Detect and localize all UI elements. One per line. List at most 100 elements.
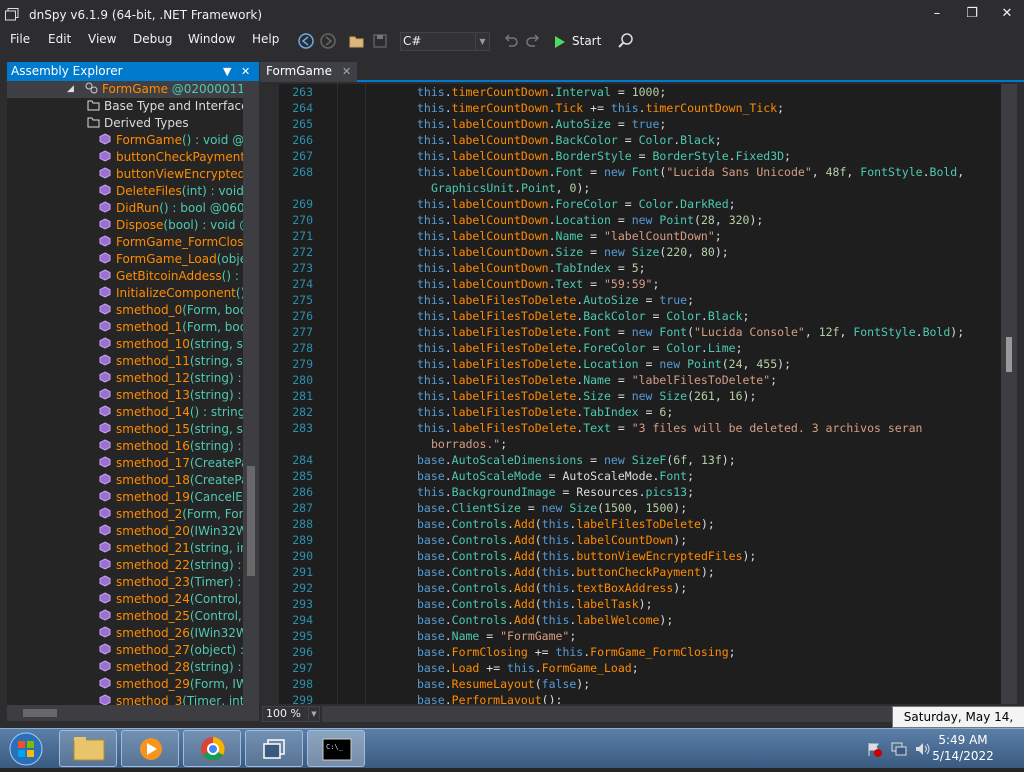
redo-icon[interactable] — [524, 32, 542, 50]
open-folder-icon[interactable] — [348, 32, 366, 50]
tree-item[interactable]: smethod_25(Control, s — [7, 608, 243, 625]
tree-item-signature: (string, str — [189, 422, 243, 436]
code-token: Font — [631, 165, 660, 179]
tree-item[interactable]: smethod_29(Form, IW — [7, 676, 243, 693]
taskbar-dnspy-button[interactable] — [245, 730, 303, 767]
tree-item[interactable]: smethod_13(string) : s — [7, 387, 243, 404]
windows-start-orb[interactable] — [3, 730, 50, 767]
action-center-flag-icon[interactable] — [866, 741, 882, 757]
code-token: . — [548, 133, 556, 147]
assembly-tree[interactable]: ◢ FormGame @02000011 Base Type and Interfa… — [7, 81, 243, 705]
scrollbar-thumb[interactable] — [23, 709, 57, 717]
menu-view[interactable]: View — [88, 30, 116, 52]
navigate-back-icon[interactable] — [297, 32, 315, 50]
tree-item[interactable]: smethod_22(string) : i — [7, 557, 243, 574]
scrollbar-thumb[interactable] — [247, 466, 255, 576]
undo-icon[interactable] — [502, 32, 520, 50]
tree-item[interactable]: smethod_26(IWin32W — [7, 625, 243, 642]
tree-item[interactable]: GetBitcoinAddess() : s — [7, 268, 243, 285]
tree-horizontal-scrollbar[interactable] — [7, 705, 259, 721]
maximize-button[interactable]: ❐ — [955, 0, 989, 28]
tree-item[interactable]: smethod_18(CreatePa — [7, 472, 243, 489]
tree-item[interactable]: smethod_27(object) : s — [7, 642, 243, 659]
menu-debug[interactable]: Debug — [133, 30, 172, 52]
line-number: 294 — [292, 613, 313, 627]
taskbar-explorer-button[interactable] — [59, 730, 117, 767]
tree-item[interactable]: smethod_24(Control, I — [7, 591, 243, 608]
language-select[interactable]: C# ▼ — [400, 32, 490, 51]
tree-item[interactable]: buttonCheckPayment — [7, 149, 243, 166]
taskbar-clock[interactable]: 5:49 AM 5/14/2022 — [918, 732, 1008, 766]
expand-arrow-icon[interactable]: ◢ — [67, 81, 74, 98]
tree-item[interactable]: FormGame() : void @06 — [7, 132, 243, 149]
tab-formgame[interactable]: FormGame ✕ — [260, 62, 358, 82]
tree-item-name: FormGame — [116, 133, 182, 147]
tree-item[interactable]: smethod_15(string, str — [7, 421, 243, 438]
tree-item[interactable]: smethod_14() : string ( — [7, 404, 243, 421]
tree-item[interactable]: InitializeComponent() — [7, 285, 243, 302]
code-token: true — [659, 293, 688, 307]
tree-item[interactable]: smethod_1(Form, boo — [7, 319, 243, 336]
navigate-forward-icon[interactable] — [319, 32, 337, 50]
tree-item[interactable]: smethod_12(string) : v — [7, 370, 243, 387]
tree-item[interactable]: smethod_17(CreatePa — [7, 455, 243, 472]
tree-item[interactable]: Dispose(bool) : void @ — [7, 217, 243, 234]
code-token: ForeColor — [583, 341, 646, 355]
code-token: new — [631, 213, 653, 227]
menu-edit[interactable]: Edit — [48, 30, 71, 52]
editor-vertical-scrollbar[interactable] — [1001, 84, 1017, 704]
tree-item[interactable]: DidRun() : bool @0600 — [7, 200, 243, 217]
minimize-button[interactable]: – — [920, 0, 954, 28]
tree-item[interactable]: FormGame_Load(obje — [7, 251, 243, 268]
line-number: 265 — [292, 117, 313, 131]
code-token: new — [541, 501, 563, 515]
tree-item-signature: (object) : s — [189, 643, 243, 657]
code-line: base.Controls.Add(this.labelWelcome); — [417, 612, 673, 628]
code-line: this.labelCountDown.AutoSize = true; — [417, 116, 666, 132]
code-token: ( — [534, 597, 542, 611]
tree-item[interactable]: Derived Types — [7, 115, 243, 132]
tree-item[interactable]: ◢ FormGame @02000011 — [7, 81, 243, 98]
menu-window[interactable]: Window — [188, 30, 235, 52]
tree-item-signature: () : bool @0600 — [159, 201, 243, 215]
code-token: AutoScaleMode — [451, 469, 542, 483]
search-icon[interactable] — [617, 32, 635, 50]
menu-file[interactable]: File — [10, 30, 30, 52]
code-token: "FormGame" — [500, 629, 570, 643]
taskbar-media-player-button[interactable] — [121, 730, 179, 767]
taskbar-chrome-button[interactable] — [183, 730, 241, 767]
tree-item[interactable]: smethod_23(Timer) : v — [7, 574, 243, 591]
tree-item[interactable]: buttonViewEncryptedF — [7, 166, 243, 183]
tab-close-icon[interactable]: ✕ — [342, 65, 351, 78]
tree-item[interactable]: smethod_3(Timer, int) — [7, 693, 243, 705]
zoom-select[interactable]: 100 % ▼ — [262, 706, 320, 722]
tree-item-name: smethod_27 — [116, 643, 190, 657]
taskbar-cmd-button[interactable]: C:\_ — [307, 730, 365, 767]
tree-item[interactable]: smethod_11(string, str — [7, 353, 243, 370]
tree-item[interactable]: smethod_10(string, str — [7, 336, 243, 353]
close-button[interactable]: ✕ — [990, 0, 1024, 28]
network-icon[interactable] — [890, 741, 908, 757]
tree-item[interactable]: FormGame_FormClos — [7, 234, 243, 251]
menu-help[interactable]: Help — [252, 30, 279, 52]
tree-item[interactable]: smethod_16(string) : s — [7, 438, 243, 455]
pane-dropdown-icon[interactable]: ▼ — [223, 62, 231, 81]
code-token: 13f — [700, 453, 722, 467]
tree-vertical-scrollbar[interactable] — [243, 81, 259, 705]
tree-item[interactable]: smethod_19(CancelEv — [7, 489, 243, 506]
tree-item[interactable]: smethod_2(Form, For — [7, 506, 243, 523]
tree-item[interactable]: smethod_20(IWin32W — [7, 523, 243, 540]
code-token: base — [417, 645, 445, 659]
line-number: 278 — [292, 341, 313, 355]
scrollbar-thumb[interactable] — [1006, 337, 1012, 372]
tree-item[interactable]: Base Type and Interfaces — [7, 98, 243, 115]
code-editor[interactable]: 263 this.timerCountDown.Interval = 1000; 2… — [279, 84, 1001, 704]
tree-item[interactable]: smethod_0(Form, boo — [7, 302, 243, 319]
save-icon[interactable] — [371, 32, 389, 50]
tree-item[interactable]: DeleteFiles(int) : void @ — [7, 183, 243, 200]
tree-item[interactable]: smethod_21(string, int — [7, 540, 243, 557]
code-token: Font — [555, 165, 584, 179]
tree-item[interactable]: smethod_28(string) : D — [7, 659, 243, 676]
start-debug-button[interactable]: Start — [555, 31, 601, 51]
pane-close-icon[interactable]: ✕ — [241, 62, 250, 81]
